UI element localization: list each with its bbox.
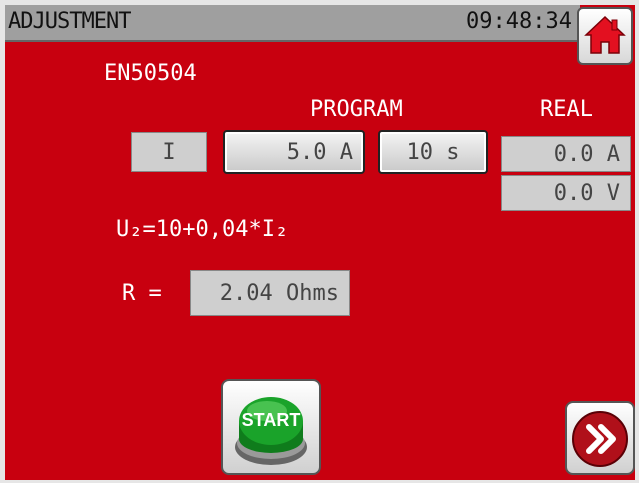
home-icon (584, 15, 626, 54)
next-page-button[interactable] (565, 401, 635, 475)
screen-title: ADJUSTMENT (8, 9, 131, 34)
program-time-field[interactable]: 10 s (378, 130, 488, 174)
program-header: PROGRAM (310, 97, 403, 122)
real-voltage-display: 0.0 V (501, 175, 631, 211)
start-button[interactable]: START (221, 379, 321, 475)
real-current-display: 0.0 A (501, 136, 631, 172)
resistance-label: R = (122, 281, 162, 306)
mode-selector[interactable]: I (131, 132, 207, 172)
program-current-field[interactable]: 5.0 A (223, 130, 365, 174)
start-button-icon: START (235, 397, 307, 465)
home-button[interactable] (577, 7, 633, 65)
standard-label: EN50504 (104, 61, 197, 86)
voltage-formula: U₂=10+0,04*I₂ (116, 217, 289, 242)
screen: ADJUSTMENT 09:48:34 EN50504 PROGRAM REAL… (5, 5, 635, 480)
resistance-display: 2.04 Ohms (190, 270, 350, 316)
double-chevron-right-icon (572, 411, 628, 467)
start-label: START (242, 410, 301, 430)
clock: 09:48:34 (466, 9, 572, 34)
real-header: REAL (540, 97, 593, 122)
header-bar: ADJUSTMENT 09:48:34 (5, 5, 580, 42)
